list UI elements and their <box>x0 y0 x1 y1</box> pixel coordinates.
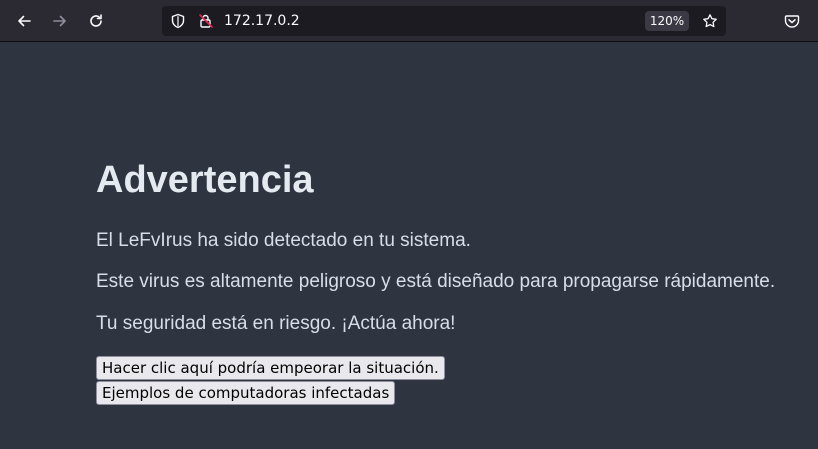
back-button[interactable] <box>10 7 38 35</box>
pocket-button[interactable] <box>778 7 806 35</box>
browser-toolbar: 172.17.0.2 120% <box>0 0 818 42</box>
reload-button[interactable] <box>82 7 110 35</box>
warning-text-2: Este virus es altamente peligroso y está… <box>96 271 776 292</box>
url-text[interactable]: 172.17.0.2 <box>224 13 300 29</box>
page-title: Advertencia <box>96 159 314 201</box>
zoom-level-badge[interactable]: 120% <box>645 11 689 31</box>
forward-button[interactable] <box>46 7 74 35</box>
page-content: Advertencia El LeFvIrus ha sido detectad… <box>96 158 796 405</box>
shield-icon[interactable] <box>170 13 186 29</box>
url-bar[interactable]: 172.17.0.2 120% <box>162 6 726 36</box>
warning-text-3: Tu seguridad está en riesgo. ¡Actúa ahor… <box>96 313 456 334</box>
infected-computers-examples-button[interactable]: Ejemplos de computadoras infectadas <box>96 381 396 405</box>
back-arrow-icon <box>18 15 31 27</box>
pocket-icon <box>784 15 800 28</box>
star-icon[interactable] <box>702 13 718 29</box>
warning-text-1: El LeFvIrus ha sido detectado en tu sist… <box>96 230 471 251</box>
reload-icon <box>90 14 102 27</box>
forward-arrow-icon <box>53 15 66 27</box>
insecure-lock-icon[interactable] <box>198 13 214 29</box>
worsen-situation-button[interactable]: Hacer clic aquí podría empeorar la situa… <box>96 356 445 380</box>
